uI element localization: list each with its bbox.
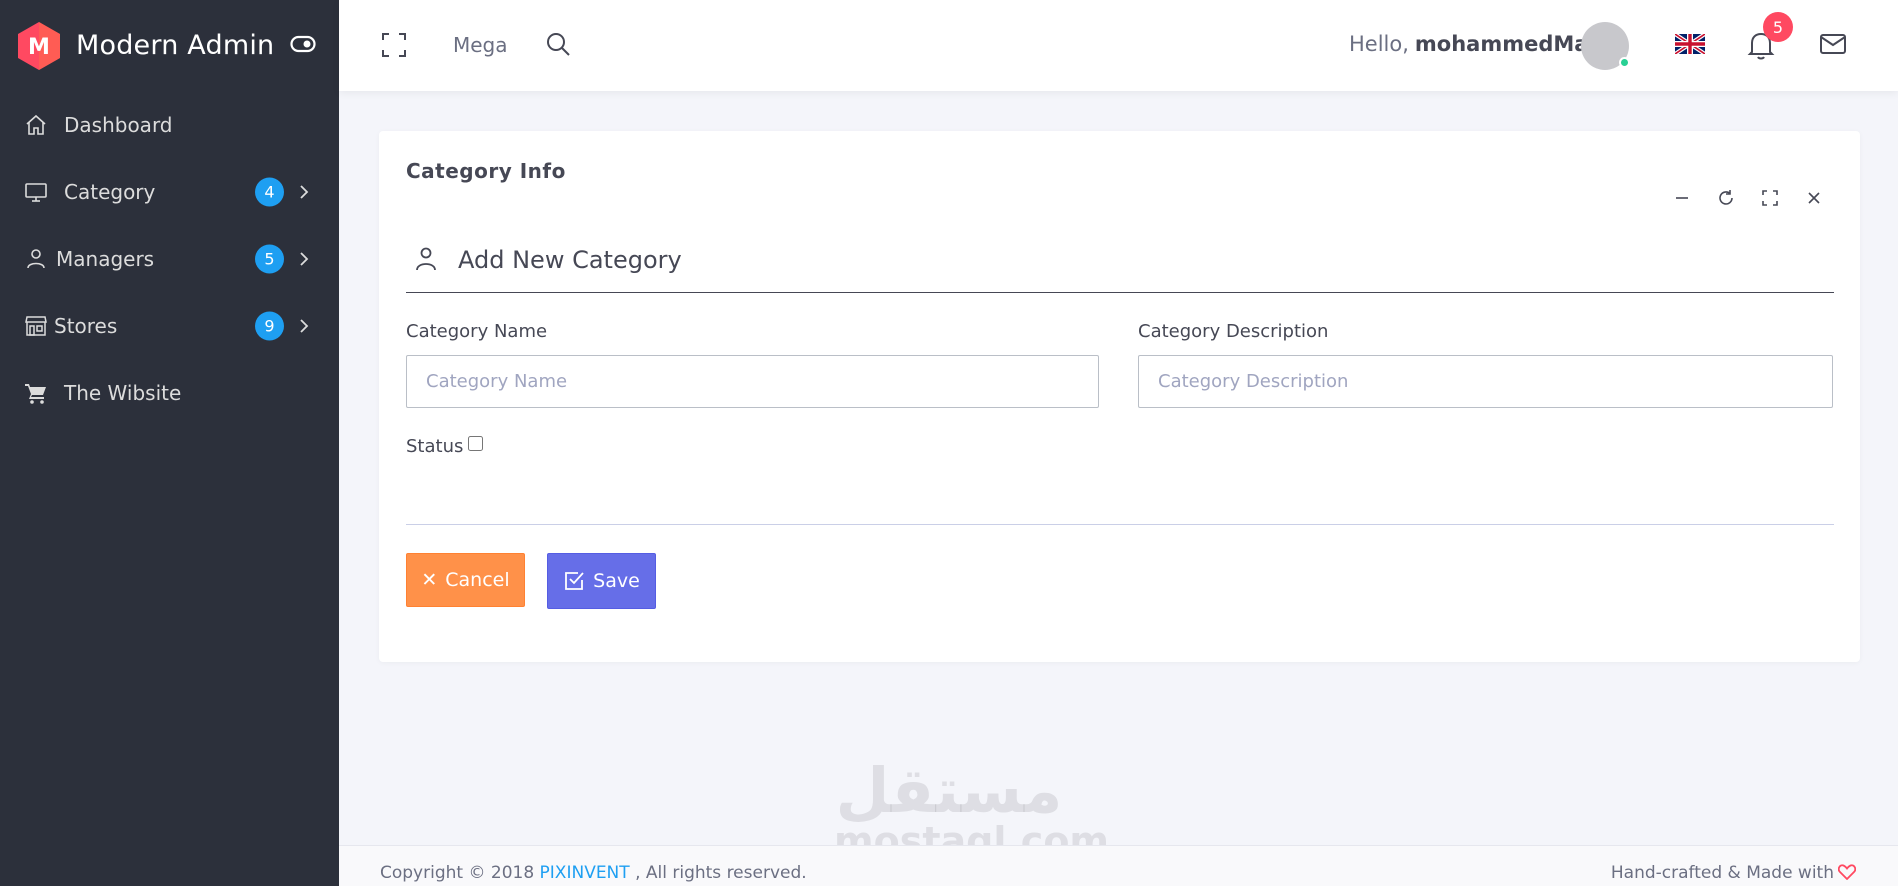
sidebar-item-website[interactable]: The Wibsite — [0, 359, 339, 426]
sidebar-item-stores[interactable]: Stores 9 — [0, 292, 339, 359]
category-info-card: Category Info Add New Category Category … — [379, 131, 1860, 662]
section-title: Add New Category — [458, 246, 682, 274]
save-button[interactable]: Save — [547, 553, 656, 609]
footer: Copyright © 2018 PIXINVENT , All rights … — [339, 845, 1898, 886]
copyright-suffix: , All rights reserved. — [635, 863, 807, 883]
form-divider — [406, 524, 1834, 525]
form-section-header: Add New Category — [406, 246, 1834, 293]
status-label: Status — [406, 436, 464, 457]
avatar[interactable] — [1581, 22, 1630, 70]
expand-icon[interactable] — [1760, 188, 1780, 208]
count-badge: 9 — [255, 311, 284, 340]
save-button-label: Save — [593, 570, 640, 592]
uk-flag-icon[interactable] — [1675, 34, 1705, 54]
count-badge: 4 — [255, 177, 284, 206]
chevron-right-icon — [300, 184, 309, 199]
sidebar-item-label: Stores — [54, 313, 118, 338]
card-tools — [1672, 188, 1824, 208]
copyright-prefix: Copyright © 2018 — [380, 863, 535, 883]
brand[interactable]: M Modern Admin — [0, 0, 339, 91]
heart-icon — [1837, 864, 1857, 881]
company-link[interactable]: PIXINVENT — [540, 863, 630, 883]
category-description-input[interactable] — [1138, 355, 1833, 408]
monitor-icon — [25, 182, 47, 202]
status-field: Status — [406, 436, 484, 457]
online-status-dot — [1619, 57, 1630, 68]
watermark-arabic: مستقل — [835, 754, 1063, 827]
sidebar-toggle-icon[interactable] — [290, 35, 316, 53]
mega-menu-link[interactable]: Mega — [453, 33, 508, 57]
cancel-button-label: Cancel — [445, 569, 510, 591]
card-title: Category Info — [406, 159, 566, 183]
fullscreen-icon[interactable] — [381, 32, 407, 58]
brand-logo-icon: M — [18, 21, 60, 70]
sidebar-item-label: The Wibsite — [64, 380, 182, 405]
cart-icon — [25, 383, 46, 404]
sidebar-item-label: Category — [64, 179, 156, 204]
category-name-label: Category Name — [406, 321, 548, 342]
footer-credit-text: Hand-crafted & Made with — [1610, 863, 1834, 883]
count-badge: 5 — [255, 244, 284, 273]
sidebar-item-label: Managers — [56, 246, 155, 271]
copyright: Copyright © 2018 PIXINVENT , All rights … — [380, 863, 807, 883]
greeting-text: Hello, — [1349, 32, 1409, 56]
footer-credit: Hand-crafted & Made with — [1610, 863, 1857, 883]
notification-count-badge: 5 — [1763, 12, 1793, 42]
close-icon[interactable] — [1804, 188, 1824, 208]
minimize-icon[interactable] — [1672, 188, 1692, 208]
close-icon: ✕ — [421, 569, 438, 591]
status-checkbox[interactable] — [468, 436, 484, 451]
search-icon[interactable] — [545, 31, 571, 57]
user-icon — [27, 248, 45, 268]
svg-text:M: M — [28, 35, 50, 60]
chevron-right-icon — [300, 251, 309, 266]
brand-name: Modern Admin — [76, 30, 275, 61]
store-icon — [25, 315, 47, 336]
mail-icon[interactable] — [1819, 33, 1847, 55]
reload-icon[interactable] — [1716, 188, 1736, 208]
check-square-icon — [565, 572, 584, 590]
chevron-right-icon — [300, 318, 309, 333]
category-description-label: Category Description — [1138, 321, 1329, 342]
sidebar-item-label: Dashboard — [64, 112, 173, 137]
user-icon — [416, 247, 436, 271]
sidebar-item-category[interactable]: Category 4 — [0, 158, 339, 225]
category-name-input[interactable] — [406, 355, 1099, 408]
home-icon — [26, 114, 46, 135]
sidebar-nav: Dashboard Category 4 Managers 5 Stores 9… — [0, 91, 339, 426]
watermark: مستقل mostaql.com — [834, 754, 1109, 861]
top-navbar: Mega Hello, mohammedMaher 5 — [339, 0, 1898, 91]
cancel-button[interactable]: ✕ Cancel — [406, 553, 525, 607]
sidebar: M Modern Admin Dashboard Category 4 Mana… — [0, 0, 339, 886]
sidebar-item-dashboard[interactable]: Dashboard — [0, 91, 339, 158]
sidebar-item-managers[interactable]: Managers 5 — [0, 225, 339, 292]
